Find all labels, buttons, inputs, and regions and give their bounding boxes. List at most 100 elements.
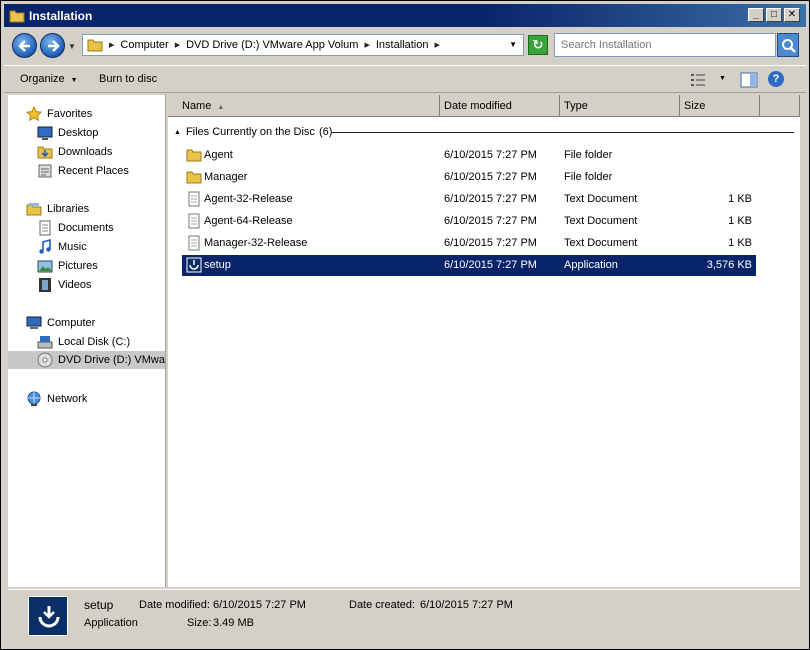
file-size: 1 KB [728,193,752,205]
documents-icon [39,220,51,236]
refresh-button[interactable]: ↻ [528,35,548,55]
chevron-right-icon[interactable]: ▶ [364,41,369,49]
group-label: Files Currently on the Disc [185,126,315,138]
window-title: Installation [29,8,93,23]
text-document-icon [188,191,200,207]
address-bar[interactable]: ▶ Computer ▶ DVD Drive (D:) VMware App V… [82,34,524,56]
breadcrumb-dvd-drive[interactable]: DVD Drive (D:) VMware App Volum [186,39,358,51]
details-created-value: 6/10/2015 7:27 PM [420,599,513,611]
file-list-pane: Name ▲ Date modified Type Size ▲ Files Cu… [168,95,800,587]
nav-label: Music [58,241,87,253]
folder-icon [87,39,103,51]
file-size: 3,576 KB [706,259,752,271]
burn-to-disc-button[interactable]: Burn to disc [99,73,157,85]
view-dropdown-icon[interactable]: ▼ [719,75,726,82]
group-header[interactable]: ▲ Files Currently on the Disc (6) [174,126,332,138]
nav-network[interactable]: Network [26,390,165,408]
preview-pane-icon[interactable] [740,72,758,88]
chevron-right-icon[interactable]: ▶ [109,41,114,49]
forward-arrow-icon [48,40,60,52]
breadcrumb-installation[interactable]: Installation [376,39,429,51]
sort-ascending-icon: ▲ [217,104,225,111]
file-date: 6/10/2015 7:27 PM [444,171,537,183]
nav-music[interactable]: Music [37,238,165,256]
view-options-icon[interactable] [690,73,706,87]
title-bar[interactable]: Installation _ □ ✕ [4,4,806,27]
dvd-disc-icon [37,352,53,368]
nav-label: Recent Places [58,165,129,177]
nav-label: Downloads [58,146,113,158]
organize-label: Organize [20,73,65,85]
group-divider [332,132,794,133]
column-label: Name [182,100,212,112]
nav-favorites[interactable]: Favorites [26,105,165,123]
close-button[interactable]: ✕ [784,8,800,22]
nav-documents[interactable]: Documents [37,219,165,237]
nav-desktop[interactable]: Desktop [37,124,165,142]
file-row[interactable]: Manager-32-Release 6/10/2015 7:27 PM Tex… [182,233,756,254]
maximize-button[interactable]: □ [766,8,782,22]
breadcrumb-computer[interactable]: Computer [120,39,168,51]
nav-videos[interactable]: Videos [37,276,165,294]
column-header-name[interactable]: Name ▲ [168,95,440,117]
nav-downloads[interactable]: Downloads [37,143,165,161]
application-icon [186,257,202,273]
file-name: Manager [204,171,248,183]
help-icon[interactable]: ? [768,71,784,87]
column-header-date[interactable]: Date modified [440,95,560,117]
nav-label: Computer [47,317,96,329]
nav-libraries[interactable]: Libraries [26,200,165,218]
file-name: Agent [204,149,233,161]
nav-label: Pictures [58,260,98,272]
column-header-size[interactable]: Size [680,95,760,117]
nav-pictures[interactable]: Pictures [37,257,165,275]
file-row[interactable]: Manager 6/10/2015 7:27 PM File folder [182,167,756,188]
folder-icon [9,10,25,22]
chevron-right-icon[interactable]: ▶ [434,41,439,49]
address-row: ▼ ▶ Computer ▶ DVD Drive (D:) VMware App… [4,28,806,64]
forward-button[interactable] [40,33,65,58]
file-date: 6/10/2015 7:27 PM [444,237,537,249]
file-row[interactable]: Agent-32-Release 6/10/2015 7:27 PM Text … [182,189,756,210]
minimize-button[interactable]: _ [748,8,764,22]
search-input[interactable] [554,33,776,57]
hard-drive-icon [37,336,53,349]
nav-label: Documents [58,222,114,234]
file-date: 6/10/2015 7:27 PM [444,259,537,271]
file-size: 1 KB [728,237,752,249]
pictures-icon [37,260,53,273]
file-name: Agent-32-Release [204,193,293,205]
file-row[interactable]: Agent 6/10/2015 7:27 PM File folder [182,145,756,166]
organize-button[interactable]: Organize ▼ [20,73,78,85]
network-icon [27,391,41,406]
folder-icon [186,149,202,162]
details-size-label: Size: [187,617,212,629]
recent-pages-dropdown[interactable]: ▼ [68,42,76,51]
libraries-icon [26,203,42,216]
details-file-name: setup [84,598,114,612]
back-button[interactable] [12,33,37,58]
details-modified-value: 6/10/2015 7:27 PM [213,599,306,611]
file-date: 6/10/2015 7:27 PM [444,193,537,205]
application-icon [28,596,68,636]
file-type: File folder [564,171,613,183]
file-row[interactable]: Agent-64-Release 6/10/2015 7:27 PM Text … [182,211,756,232]
collapse-group-icon[interactable]: ▲ [174,129,181,136]
nav-label: Videos [58,279,92,291]
nav-recent-places[interactable]: Recent Places [37,162,165,180]
navigation-pane: Favorites Desktop Downloads Recent Place… [8,95,166,587]
nav-label: Local Disk (C:) [58,336,131,348]
address-dropdown-icon[interactable]: ▼ [509,40,517,49]
details-size-value: 3.49 MB [213,617,254,629]
column-header-type[interactable]: Type [560,95,680,117]
chevron-right-icon[interactable]: ▶ [175,41,180,49]
file-type: Application [564,259,618,271]
nav-computer[interactable]: Computer [26,314,165,332]
star-icon [26,106,42,122]
nav-local-disk[interactable]: Local Disk (C:) [37,333,165,351]
search-icon [782,39,796,53]
search-button[interactable] [777,33,799,57]
details-modified-label: Date modified: [139,599,210,611]
file-row-selected[interactable]: setup 6/10/2015 7:27 PM Application 3,57… [182,255,756,276]
nav-dvd-drive[interactable]: DVD Drive (D:) VMware [8,351,165,369]
